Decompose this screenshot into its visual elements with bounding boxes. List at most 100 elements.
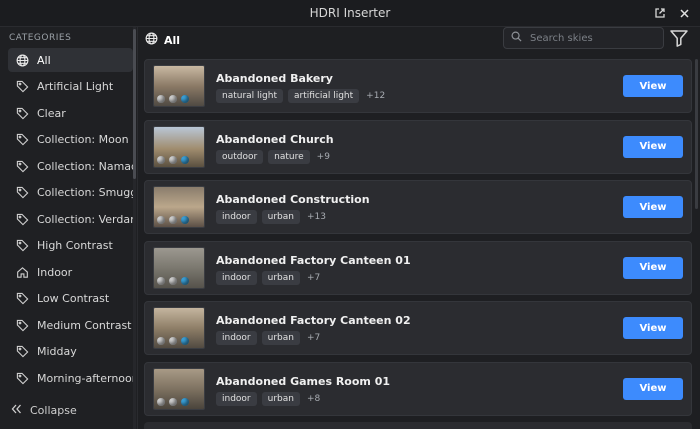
current-category-label: All — [164, 33, 181, 47]
filter-button[interactable] — [668, 28, 690, 50]
more-tags-count: +7 — [306, 272, 321, 283]
collapse-button[interactable]: Collapse — [11, 404, 77, 417]
preview-sphere — [157, 337, 165, 346]
preview-sphere — [169, 276, 177, 285]
sidebar-item-collection-namaqu[interactable]: Collection: Namaqu — [8, 154, 133, 178]
sidebar-item-all[interactable]: All — [8, 48, 133, 72]
view-button[interactable]: View — [623, 75, 683, 97]
view-button[interactable]: View — [623, 256, 683, 279]
sidebar-item-low-contrast[interactable]: Low Contrast — [8, 287, 133, 311]
sidebar-item-label: Medium Contrast — [37, 318, 132, 332]
tag-list: outdoor nature +9 — [216, 149, 330, 164]
categories-heading: CATEGORIES — [9, 33, 72, 43]
sidebar-item-label: High Contrast — [37, 239, 113, 252]
tag-icon — [15, 318, 29, 332]
double-chevron-left-icon — [11, 404, 22, 417]
filter-icon — [669, 28, 689, 51]
sidebar-item-high-contrast[interactable]: High Contrast — [8, 234, 133, 258]
current-category: All — [145, 32, 180, 48]
hdri-thumbnail — [153, 186, 205, 229]
sidebar-item-label: All — [37, 53, 51, 67]
sidebar-item-midday[interactable]: Midday — [8, 340, 133, 364]
globe-icon — [145, 32, 158, 48]
preview-sphere — [169, 337, 177, 346]
view-button[interactable]: View — [623, 377, 683, 400]
result-card: Abandoned Church outdoor nature +9 View — [144, 119, 692, 174]
preview-sphere — [157, 155, 165, 164]
globe-icon — [15, 53, 29, 67]
sidebar-item-collection-moon[interactable]: Collection: Moon — [8, 128, 133, 152]
sidebar-item-indoor[interactable]: Indoor — [8, 260, 133, 284]
hdri-name: Abandoned Church — [216, 132, 334, 146]
hdri-thumbnail — [153, 246, 205, 289]
window-title: HDRI Inserter — [309, 6, 391, 20]
hdri-name: Abandoned Factory Canteen 01 — [216, 253, 411, 267]
title-bar: HDRI Inserter — [0, 0, 700, 27]
sidebar-item-medium-contrast[interactable]: Medium Contrast — [8, 313, 133, 337]
view-button[interactable]: View — [623, 196, 683, 219]
preview-sphere — [169, 155, 177, 164]
window-controls — [652, 5, 692, 21]
tag-chip: outdoor — [216, 149, 264, 164]
tag-list: indoor urban +13 — [216, 210, 326, 225]
sidebar-item-collection-smuggle[interactable]: Collection: Smuggle — [8, 181, 133, 205]
sidebar-item-label: Artificial Light — [37, 80, 114, 93]
results-toolbar: All — [138, 27, 700, 53]
preview-sphere — [181, 276, 189, 285]
sidebar-item-label: Collection: Namaqu — [37, 159, 133, 173]
tag-chip: indoor — [216, 391, 257, 406]
sidebar-item-label: Collection: Smuggle — [37, 186, 133, 199]
sidebar-scrollbar-thumb[interactable] — [133, 29, 136, 179]
sidebar-item-morning-afternoon[interactable]: Morning-afternoon — [8, 366, 133, 390]
sidebar-item-label: Morning-afternoon — [37, 371, 133, 385]
sidebar-item-clear[interactable]: Clear — [8, 101, 133, 125]
sidebar-item-artificial-light[interactable]: Artificial Light — [8, 75, 133, 99]
view-button[interactable]: View — [623, 135, 683, 158]
sidebar-item-label: Clear — [37, 106, 66, 120]
view-button[interactable]: View — [623, 317, 683, 340]
sidebar-item-label: Collection: Verdant — [37, 212, 133, 226]
search-box[interactable] — [503, 27, 664, 49]
preview-sphere — [181, 397, 189, 406]
search-input[interactable] — [528, 31, 652, 45]
hdri-inserter-window: HDRI Inserter CATEGORIES All Artificial … — [0, 0, 700, 429]
hdri-thumbnail — [153, 65, 205, 107]
tag-chip: indoor — [216, 210, 257, 225]
preview-sphere — [157, 216, 165, 225]
hdri-name: Abandoned Factory Canteen 02 — [216, 314, 411, 328]
more-tags-count: +8 — [306, 393, 321, 404]
more-tags-count: +7 — [306, 333, 321, 344]
tag-icon — [15, 186, 29, 200]
sidebar-item-label: Indoor — [37, 265, 73, 279]
more-tags-count: +13 — [306, 212, 326, 223]
result-card: Abandoned Factory Canteen 01 indoor urba… — [144, 240, 692, 295]
tag-chip: artificial light — [287, 89, 360, 103]
popout-icon[interactable] — [652, 5, 668, 21]
tag-list: indoor urban +7 — [216, 331, 321, 346]
partially-visible-card — [144, 422, 692, 429]
sidebar-item-collection-verdant[interactable]: Collection: Verdant — [8, 207, 133, 231]
close-icon[interactable] — [676, 5, 692, 21]
tag-icon — [15, 371, 29, 385]
search-icon — [511, 31, 522, 45]
preview-sphere — [169, 216, 177, 225]
preview-sphere — [181, 95, 189, 103]
result-card: Abandoned Construction indoor urban +13 … — [144, 180, 692, 235]
preview-sphere — [181, 155, 189, 164]
results-scrollbar-thumb[interactable] — [695, 59, 698, 209]
hdri-name: Abandoned Construction — [216, 193, 370, 207]
hdri-name: Abandoned Games Room 01 — [216, 374, 391, 388]
tag-icon — [15, 292, 29, 306]
preview-sphere — [157, 95, 165, 103]
tag-list: indoor urban +7 — [216, 270, 321, 285]
tag-icon — [15, 80, 29, 94]
tag-chip: urban — [261, 270, 300, 285]
preview-sphere — [157, 397, 165, 406]
category-list: All Artificial Light Clear Collection: M… — [8, 48, 133, 393]
collapse-label: Collapse — [30, 404, 77, 417]
tag-chip: nature — [268, 149, 310, 164]
tag-chip: indoor — [216, 270, 257, 285]
result-card: Abandoned Games Room 01 indoor urban +8 … — [144, 361, 692, 416]
main-panel: All Search skies Abandoned Bakery natura… — [138, 27, 700, 429]
more-tags-count: +12 — [366, 91, 386, 101]
